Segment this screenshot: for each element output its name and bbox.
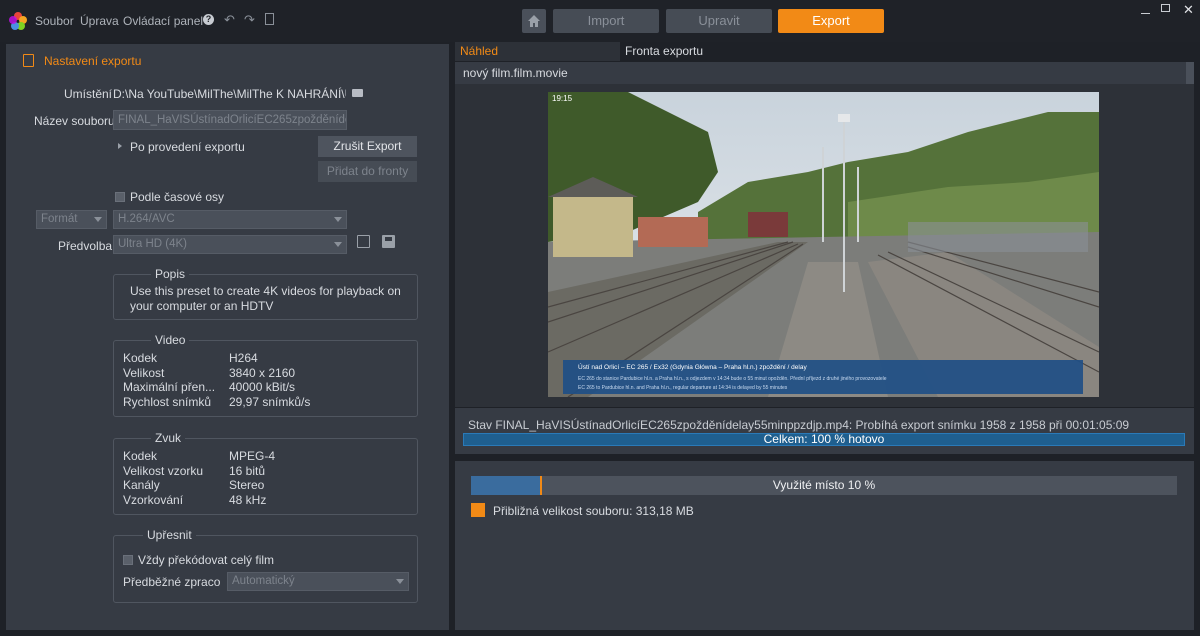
redo-icon[interactable]: ↷ [244,12,255,28]
import-button[interactable]: Import [553,9,659,33]
close-button[interactable]: ✕ [1183,2,1194,18]
zvuk-group: Zvuk Kodek MPEG-4 Velikost vzorku 16 bitů Ka… [113,431,418,515]
zvuk-row-key: Kanály [123,478,160,492]
menu-ovladaci-panel[interactable]: Ovládací panel [123,14,203,28]
railway-scene-image: Ústí nad Orlicí – EC 265 / Ex32 (Gdynia … [548,92,1099,397]
file-size-label: Přibližná velikost souboru: 313,18 MB [493,504,694,518]
codec-dropdown[interactable]: H.264/AVC [113,210,347,229]
zvuk-row-key: Kodek [123,449,158,463]
video-row-key: Kodek [123,351,158,365]
document-icon[interactable] [265,13,274,25]
format-dropdown-label: Formát [41,213,78,225]
file-size-legend-swatch [471,503,485,517]
chevron-down-icon [334,217,342,222]
zvuk-title: Zvuk [151,431,186,445]
restore-button[interactable] [1161,4,1170,12]
predbezne-label: Předběžné zpraco [123,575,221,589]
export-settings-header: Nastavení exportu [44,54,142,68]
popis-group: Popis Use this preset to create 4K video… [113,267,418,320]
folder-icon[interactable] [352,89,363,97]
upresnit-title: Upřesnit [143,528,196,542]
disk-usage-label: Využité místo 10 % [772,478,876,492]
tab-nahled[interactable]: Náhled [455,42,620,61]
po-provedeni-label[interactable]: Po provedení exportu [130,140,245,154]
zvuk-row-key: Vzorkování [123,492,184,507]
home-icon [528,15,540,27]
export-progress-bar: Celkem: 100 % hotovo [463,433,1185,446]
checkbox-box[interactable] [123,555,133,565]
preset-dropdown[interactable]: Ultra HD (4K) [113,235,347,254]
zrusit-export-button[interactable]: Zrušit Export [318,136,417,157]
popis-text: Use this preset to create 4K videos for … [130,284,401,313]
expand-arrow-icon[interactable] [118,143,122,149]
podle-casove-osy-label: Podle časové osy [130,190,225,204]
video-row-value: 29,97 snímků/s [229,394,311,409]
preview-scrollbar[interactable] [1186,62,1194,84]
predvolba-label: Předvolba [58,239,113,253]
popis-title: Popis [151,267,190,281]
predbezne-dropdown[interactable]: Automatický [227,572,409,591]
chevron-down-icon [94,217,102,222]
app-logo-icon [8,11,28,31]
menu-uprava[interactable]: Úprava [80,14,119,28]
checkbox-box[interactable] [115,192,125,202]
video-row-key: Maximální přen... [123,380,216,394]
disk-space-panel: Využité místo 10 % Přibližná velikost so… [455,461,1194,630]
home-button[interactable] [522,9,546,33]
umisteni-label: Umístění [64,87,113,101]
vzdy-prekodovat-checkbox[interactable]: Vždy překódovat celý film [123,553,274,567]
video-row-value: H264 [229,351,258,365]
preview-tabs: Náhled Fronta exportu [455,42,1195,61]
podle-casove-osy-checkbox[interactable]: Podle časové osy [115,190,224,204]
video-row-value: 40000 kBit/s [229,380,296,394]
video-group: Video Kodek H264 Velikost 3840 x 2160 Maximá… [113,333,418,417]
zvuk-row-value: Stereo [229,478,265,492]
pridat-do-fronty-button[interactable]: Přidat do fronty [318,161,417,182]
overlay-line-2: EC 265 to Pardubice hl.n. and Praha hl.n… [578,385,788,391]
export-settings-panel: Nastavení exportu Umístění D:\Na YouTube… [6,44,449,630]
zvuk-row-value: MPEG-4 [229,449,276,463]
export-settings-icon [23,54,34,67]
nazev-souboru-label: Název souboru [34,114,115,128]
video-row-key: Velikost [123,365,165,380]
preview-filename: nový film.film.movie [463,66,568,80]
video-frame: Ústí nad Orlicí – EC 265 / Ex32 (Gdynia … [548,92,1099,397]
preset-dropdown-value: Ultra HD (4K) [118,238,188,250]
help-icon[interactable]: ? [203,14,214,25]
codec-dropdown-value: H.264/AVC [118,213,175,225]
overlay-title: Ústí nad Orlicí – EC 265 / Ex32 (Gdynia … [578,362,807,371]
edit-preset-icon[interactable] [357,235,370,248]
format-dropdown[interactable]: Formát [36,210,107,229]
upravit-button[interactable]: Upravit [666,9,772,33]
video-clock: 19:15 [552,94,573,103]
export-status-text: Stav FINAL_HaVISÚstínadOrlicíEC265zpoždě… [468,418,1130,432]
tab-fronta-exportu[interactable]: Fronta exportu [621,42,1195,61]
disk-usage-bar: Využité místo 10 % [471,476,1177,495]
export-status-panel: Stav FINAL_HaVISÚstínadOrlicíEC265zpoždě… [455,408,1194,454]
video-title: Video [151,333,190,347]
filename-input[interactable]: FINAL_HaVISÚstínadOrlicíEC265zpožděnídel… [113,110,347,130]
predbezne-dropdown-value: Automatický [232,575,295,587]
export-progress-label: Celkem: 100 % hotovo [763,432,885,446]
overlay-line-1: EC 265 do stanice Pardubice hl.n. a Prah… [578,376,887,382]
title-bar: Soubor Úprava Ovládací panel ? ↶ ↷ Impor… [0,0,1200,42]
minimize-button[interactable] [1141,13,1150,14]
upresnit-group: Upřesnit Vždy překódovat celý film Předb… [113,528,418,603]
chevron-down-icon [396,579,404,584]
umisteni-value: D:\Na YouTube\MilThe\MilThe K NAHRÁNÍ\Un… [113,87,346,101]
save-preset-icon[interactable] [382,235,395,248]
menu-soubor[interactable]: Soubor [35,14,74,28]
chevron-down-icon [334,242,342,247]
zvuk-row-key: Velikost vzorku [123,463,204,478]
preview-panel: nový film.film.movie Ústí nad Orlicí – E… [455,62,1194,407]
zvuk-row-value: 16 bitů [229,463,266,478]
undo-icon[interactable]: ↶ [224,12,235,28]
video-row-key: Rychlost snímků [123,394,212,409]
zvuk-row-value: 48 kHz [229,492,267,507]
export-button[interactable]: Export [778,9,884,33]
vzdy-prekodovat-label: Vždy překódovat celý film [138,553,275,567]
video-row-value: 3840 x 2160 [229,365,296,380]
